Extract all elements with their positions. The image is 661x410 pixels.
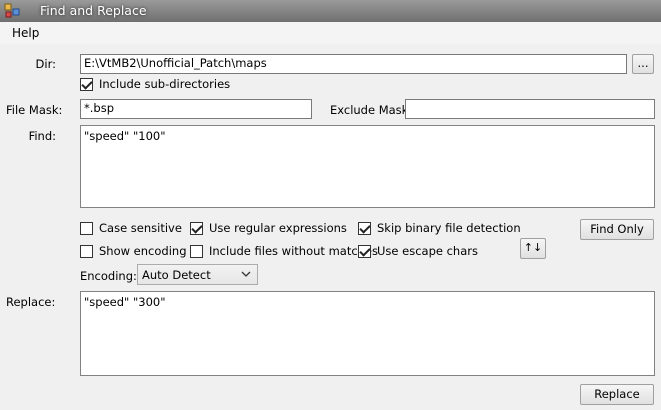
use-regex-label: Use regular expressions xyxy=(209,221,347,235)
case-sensitive-label: Case sensitive xyxy=(99,221,182,235)
show-encoding-check-icon[interactable] xyxy=(80,244,93,258)
escape-chars-label: Use escape chars xyxy=(377,244,478,258)
find-only-button[interactable]: Find Only xyxy=(580,219,654,240)
replace-button[interactable]: Replace xyxy=(580,384,654,405)
exclude-mask-label: Exclude Mask: xyxy=(330,103,413,117)
file-mask-input[interactable]: *.bsp xyxy=(80,99,312,119)
include-no-match-label: Include files without matches xyxy=(209,244,379,258)
dir-label: Dir: xyxy=(35,57,56,71)
show-encoding-label: Show encoding xyxy=(99,244,187,258)
skip-binary-check-icon[interactable] xyxy=(358,221,371,235)
show-encoding-checkbox[interactable]: Show encoding xyxy=(80,244,187,258)
include-no-match-checkbox[interactable]: Include files without matches xyxy=(190,244,378,258)
include-subdirs-check-icon[interactable] xyxy=(80,77,93,91)
include-subdirs-checkbox[interactable]: Include sub-directories xyxy=(80,77,230,91)
skip-binary-label: Skip binary file detection xyxy=(377,221,521,235)
encoding-label: Encoding: xyxy=(80,269,137,283)
use-regex-check-icon[interactable] xyxy=(190,221,203,235)
dir-input[interactable]: E:\VtMB2\Unofficial_Patch\maps xyxy=(80,54,627,74)
include-subdirs-label: Include sub-directories xyxy=(99,77,231,91)
find-label: Find: xyxy=(28,129,56,143)
title-bar: Find and Replace xyxy=(0,0,661,22)
app-icon xyxy=(4,3,20,18)
replace-label: Replace: xyxy=(6,295,56,309)
case-sensitive-check-icon[interactable] xyxy=(80,221,93,235)
case-sensitive-checkbox[interactable]: Case sensitive xyxy=(80,221,182,235)
encoding-select-value: Auto Detect xyxy=(142,268,211,282)
include-no-match-check-icon[interactable] xyxy=(190,244,203,258)
replace-textarea[interactable]: "speed" "300" xyxy=(80,291,655,376)
menu-bar: Help xyxy=(0,22,661,44)
find-textarea[interactable]: "speed" "100" xyxy=(80,125,655,208)
exclude-mask-input[interactable] xyxy=(405,99,655,119)
skip-binary-checkbox[interactable]: Skip binary file detection xyxy=(358,221,521,235)
menu-help[interactable]: Help xyxy=(12,26,39,40)
escape-chars-checkbox[interactable]: Use escape chars xyxy=(358,244,478,258)
swap-button[interactable]: ↑↓ xyxy=(520,238,546,259)
encoding-select[interactable]: Auto Detect xyxy=(137,264,258,285)
file-mask-label: File Mask: xyxy=(6,103,63,117)
chevron-down-icon xyxy=(241,271,251,277)
window-title: Find and Replace xyxy=(40,3,147,18)
browse-button[interactable]: ... xyxy=(632,54,654,74)
escape-chars-check-icon[interactable] xyxy=(358,244,371,258)
use-regex-checkbox[interactable]: Use regular expressions xyxy=(190,221,347,235)
